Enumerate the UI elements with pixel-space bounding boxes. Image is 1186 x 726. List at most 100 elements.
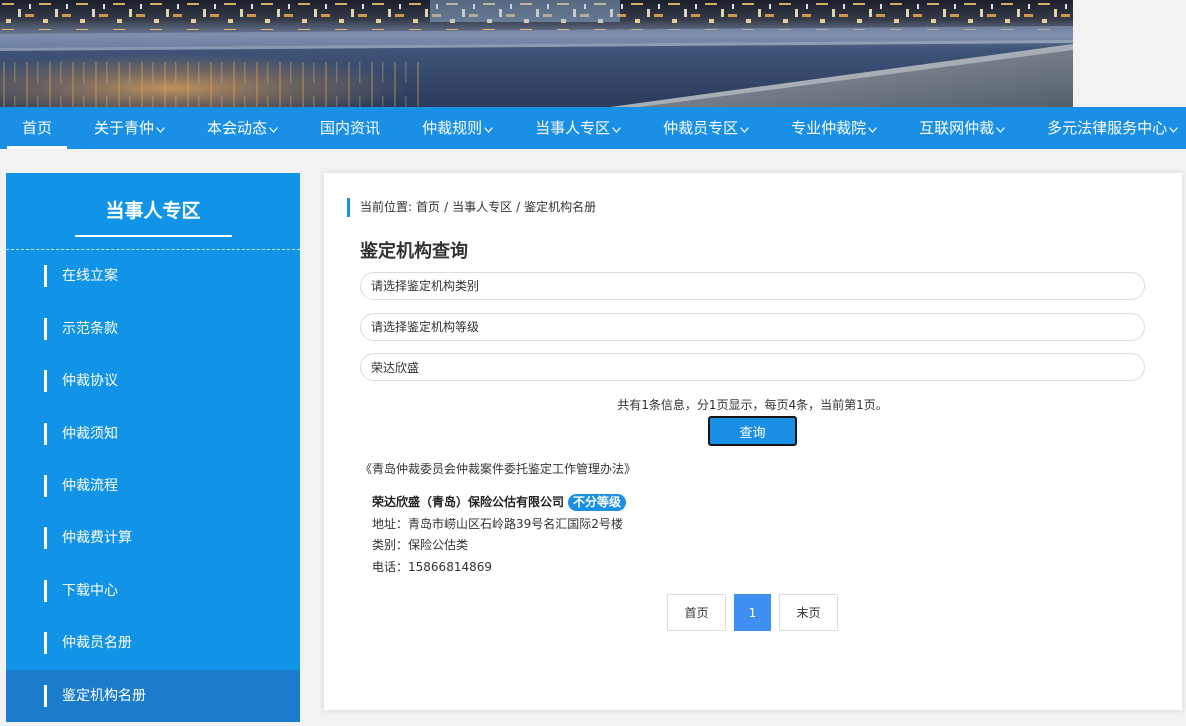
phone-label: 电话： (372, 559, 409, 574)
sidebar-item-marker (44, 370, 47, 393)
nav-item-domestic-news[interactable]: 国内资讯 (299, 107, 401, 149)
sidebar-item-fee-calculator[interactable]: 仲裁费计算 (6, 512, 300, 564)
sidebar-item-marker (44, 527, 47, 550)
query-button[interactable]: 查询 (708, 416, 797, 446)
nav-item-arbitrator-zone[interactable]: 仲裁员专区 (642, 107, 770, 149)
nav-item-legal-services[interactable]: 多元法律服务中心 (1026, 107, 1179, 149)
pagination-first-button[interactable]: 首页 (667, 594, 726, 631)
nav-item-professional-courts[interactable]: 专业仲裁院 (770, 107, 898, 149)
sidebar-item-marker (44, 265, 47, 288)
chevron-down-icon (484, 127, 493, 133)
sidebar-item-marker (44, 632, 47, 655)
sidebar-header: 当事人专区 (6, 173, 300, 250)
sidebar-item-marker (44, 684, 47, 707)
sidebar-item-appraisal-roster[interactable]: 鉴定机构名册 (6, 669, 300, 722)
sidebar-item-arbitrator-roster[interactable]: 仲裁员名册 (6, 617, 300, 669)
sidebar-item-marker (44, 422, 47, 445)
sidebar-menu: 在线立案 示范条款 仲裁协议 仲裁须知 仲裁流程 仲裁费计算 下载中心 仲裁员名… (6, 250, 300, 722)
sidebar-item-model-clauses[interactable]: 示范条款 (6, 302, 300, 354)
list-item: 荣达欣盛（青岛）保险公估有限公司 不分等级 地址：青岛市崂山区石岭路39号名汇国… (372, 493, 1132, 576)
result-summary: 共有1条信息，分1页显示，每页4条，当前第1页。 (617, 398, 888, 412)
nav-item-about[interactable]: 关于青仲 (73, 107, 186, 149)
sidebar-item-downloads[interactable]: 下载中心 (6, 565, 300, 617)
banner (0, 0, 1073, 107)
phone-value: 15866814869 (408, 559, 492, 574)
nav-item-home[interactable]: 首页 (1, 107, 73, 149)
pagination: 首页 1 末页 (667, 594, 838, 631)
page-title: 鉴定机构查询 (360, 241, 468, 262)
nav-item-news[interactable]: 本会动态 (186, 107, 299, 149)
institution-category: 类别：保险公估类 (372, 536, 1132, 554)
level-select-value: 请选择鉴定机构等级 (371, 320, 480, 334)
breadcrumb-marker (347, 198, 350, 217)
sidebar-item-label: 仲裁费计算 (62, 530, 132, 547)
level-select[interactable]: 请选择鉴定机构等级 (360, 313, 1145, 341)
nav-item-label: 当事人专区 (535, 119, 611, 137)
sidebar-item-arbitration-agreement[interactable]: 仲裁协议 (6, 355, 300, 407)
breadcrumb-prefix: 当前位置: (360, 200, 413, 214)
regulation-link[interactable]: 《青岛仲裁委员会仲裁案件委托鉴定工作管理办法》 (360, 461, 636, 477)
sidebar-item-marker (44, 579, 47, 602)
category-value: 保险公估类 (408, 538, 469, 552)
sidebar-item-label: 仲裁协议 (62, 373, 118, 390)
nav-item-label: 互联网仲裁 (919, 119, 995, 137)
main-nav-list: 首页 关于青仲 本会动态 国内资讯 仲裁规则 当事人专区 仲裁员专区 专业仲裁院… (0, 107, 1186, 149)
pagination-page-button[interactable]: 1 (734, 594, 771, 631)
banner-photo (0, 0, 1073, 107)
category-label: 类别： (372, 538, 409, 552)
nav-item-label: 专业仲裁院 (791, 119, 867, 137)
result-title-row: 荣达欣盛（青岛）保险公估有限公司 不分等级 (372, 493, 1132, 511)
sidebar-item-label: 在线立案 (62, 268, 118, 285)
nav-item-label: 多元法律服务中心 (1047, 119, 1168, 137)
address-value: 青岛市崂山区石岭路39号名汇国际2号楼 (408, 516, 623, 531)
sidebar-item-label: 鉴定机构名册 (62, 687, 146, 704)
sidebar-item-label: 示范条款 (62, 320, 118, 337)
breadcrumb-separator: / (516, 200, 521, 214)
chevron-down-icon (612, 127, 621, 133)
chevron-down-icon (996, 127, 1005, 133)
breadcrumb-party-zone-link[interactable]: 当事人专区 (452, 199, 512, 215)
grade-badge: 不分等级 (568, 493, 627, 511)
chevron-down-icon (740, 127, 749, 133)
sidebar-title: 当事人专区 (105, 200, 201, 222)
category-select-value: 请选择鉴定机构类别 (371, 279, 480, 293)
breadcrumb-current-page[interactable]: 鉴定机构名册 (524, 199, 596, 215)
nav-item-online-arbitration[interactable]: 互联网仲裁 (898, 107, 1026, 149)
institution-name: 荣达欣盛（青岛）保险公估有限公司 (372, 495, 565, 509)
sidebar: 当事人专区 在线立案 示范条款 仲裁协议 仲裁须知 仲裁流程 仲裁费计算 下载中… (6, 173, 300, 722)
sidebar-item-label: 下载中心 (62, 582, 118, 599)
sidebar-item-label: 仲裁流程 (62, 477, 118, 494)
sidebar-item-marker (44, 474, 47, 497)
breadcrumb-home-link[interactable]: 首页 (416, 199, 440, 215)
nav-item-label: 仲裁规则 (422, 119, 483, 137)
institution-address: 地址：青岛市崂山区石岭路39号名汇国际2号楼 (372, 515, 1132, 533)
institution-phone: 电话：15866814869 (372, 558, 1132, 576)
sidebar-item-marker (44, 317, 47, 340)
pagination-last-button[interactable]: 末页 (779, 594, 838, 631)
chevron-down-icon (156, 127, 165, 133)
breadcrumb: 当前位置: 首页 / 当事人专区 / 鉴定机构名册 (360, 199, 596, 215)
sidebar-item-online-filing[interactable]: 在线立案 (6, 250, 300, 302)
sidebar-item-label: 仲裁员名册 (62, 635, 132, 652)
chevron-down-icon (868, 127, 877, 133)
sidebar-title-underline (75, 235, 232, 237)
nav-item-rules[interactable]: 仲裁规则 (401, 107, 514, 149)
address-label: 地址： (372, 516, 409, 531)
banner-lit-building (430, 0, 620, 22)
nav-item-label: 关于青仲 (94, 119, 155, 137)
category-select[interactable]: 请选择鉴定机构类别 (360, 272, 1145, 300)
content-panel: 当前位置: 首页 / 当事人专区 / 鉴定机构名册 鉴定机构查询 请选择鉴定机构… (324, 173, 1182, 710)
sidebar-item-arbitration-notice[interactable]: 仲裁须知 (6, 407, 300, 459)
nav-item-label: 仲裁员专区 (663, 119, 739, 137)
sidebar-item-arbitration-process[interactable]: 仲裁流程 (6, 460, 300, 512)
nav-item-party-zone[interactable]: 当事人专区 (514, 107, 642, 149)
chevron-down-icon (1169, 127, 1179, 133)
nav-item-label: 本会动态 (207, 119, 268, 137)
nav-item-label: 首页 (22, 119, 53, 137)
banner-light-streaks (0, 62, 420, 107)
chevron-down-icon (269, 127, 278, 133)
sidebar-item-label: 仲裁须知 (62, 425, 118, 442)
keyword-input[interactable] (360, 353, 1145, 381)
main-nav: 首页 关于青仲 本会动态 国内资讯 仲裁规则 当事人专区 仲裁员专区 专业仲裁院… (0, 107, 1186, 149)
nav-item-label: 国内资讯 (320, 119, 381, 137)
